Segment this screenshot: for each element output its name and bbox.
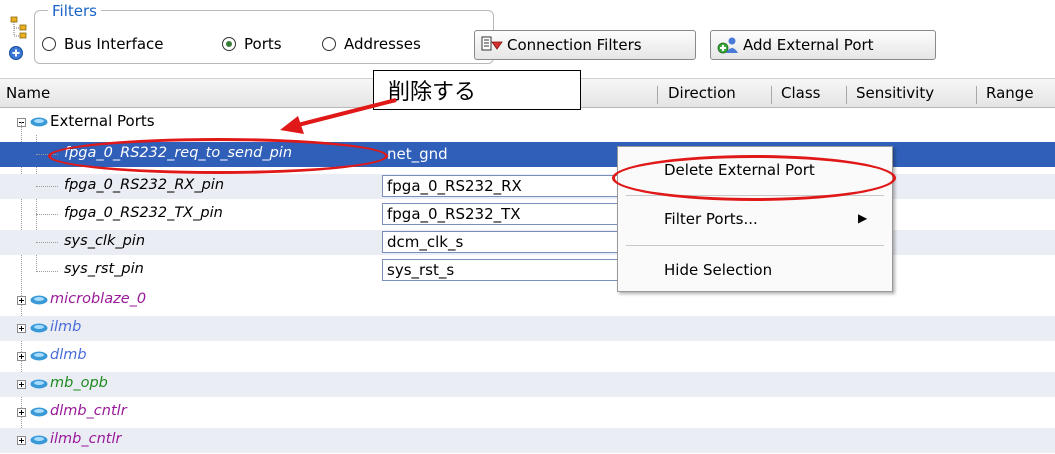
external-ports-label: External Ports [50, 112, 155, 130]
submenu-arrow-icon: ▶ [858, 211, 868, 225]
expand-toggle-icon[interactable] [17, 436, 26, 445]
expand-toggle-icon[interactable] [17, 408, 26, 417]
add-external-port-button[interactable]: Add External Port [710, 30, 936, 60]
tree-row-instance[interactable]: dlmb_cntlr [0, 400, 1055, 425]
tree-row-instance[interactable]: mb_opb [0, 372, 1055, 397]
add-external-port-label: Add External Port [743, 36, 874, 54]
instance-label: ilmb [50, 319, 82, 335]
radio-circle-selected[interactable] [222, 37, 236, 51]
tree-connector [36, 271, 58, 272]
radio-ports[interactable]: Ports [222, 32, 282, 56]
connection-filters-button[interactable]: Connection Filters [474, 30, 696, 60]
radio-label: Addresses [344, 35, 421, 53]
tree-connector [36, 186, 58, 187]
tree-row-external-ports[interactable]: External Ports [0, 110, 1055, 135]
menu-item-filter-ports[interactable]: Filter Ports... ▶ [618, 202, 892, 236]
port-name: sys_clk_pin [64, 233, 146, 249]
column-name[interactable]: Name [6, 84, 50, 102]
column-sensitivity[interactable]: Sensitivity [856, 84, 934, 102]
port-name: fpga_0_RS232_TX_pin [64, 205, 223, 221]
filter-bar: Filters Bus Interface Ports Addresses Co… [0, 0, 1055, 68]
port-net-field[interactable]: sys_rst_s [382, 259, 618, 281]
port-row[interactable]: sys_rst_pin sys_rst_s [0, 258, 1055, 283]
port-net-field[interactable]: dcm_clk_s [382, 231, 618, 253]
instance-icon [30, 379, 48, 389]
menu-item-hide-selection[interactable]: Hide Selection [618, 253, 892, 287]
column-direction[interactable]: Direction [668, 84, 736, 102]
add-port-icon [717, 37, 738, 54]
expand-toggle-icon[interactable] [17, 296, 26, 305]
expand-toggle-icon[interactable] [17, 380, 26, 389]
tree-row-instance[interactable]: ilmb_cntlr [0, 428, 1055, 453]
port-row[interactable]: fpga_0_RS232_TX_pin fpga_0_RS232_TX [0, 202, 1055, 227]
radio-label: Bus Interface [64, 35, 164, 53]
instance-icon [30, 351, 48, 361]
expand-toggle-icon[interactable] [17, 324, 26, 333]
tree-view-icon[interactable] [8, 14, 30, 62]
connection-filter-icon [481, 36, 503, 51]
column-divider[interactable] [976, 86, 977, 104]
instance-icon [30, 323, 48, 333]
annotation-ring-menu [612, 155, 896, 201]
radio-circle[interactable] [42, 37, 56, 51]
port-net-field[interactable]: net_gnd [382, 143, 618, 165]
instance-icon [30, 407, 48, 417]
instance-label: dlmb [50, 347, 87, 363]
instance-label: mb_opb [50, 375, 108, 391]
menu-item-label: Hide Selection [664, 261, 773, 279]
annotation-ring-port [48, 138, 388, 174]
tree-row-instance[interactable]: dlmb [0, 344, 1055, 369]
port-name: sys_rst_pin [64, 261, 144, 277]
tree-connector [36, 214, 58, 215]
radio-bus-interface[interactable]: Bus Interface [42, 32, 164, 56]
port-group-icon [30, 117, 48, 127]
connection-filters-label: Connection Filters [507, 36, 642, 54]
annotation-arrow [280, 98, 397, 134]
port-name: fpga_0_RS232_RX_pin [64, 177, 225, 193]
radio-addresses[interactable]: Addresses [322, 32, 421, 56]
port-row[interactable]: sys_clk_pin dcm_clk_s [0, 230, 1055, 255]
instance-label: dlmb_cntlr [50, 403, 127, 419]
column-range[interactable]: Range [986, 84, 1034, 102]
radio-label: Ports [244, 35, 282, 53]
instance-icon [30, 295, 48, 305]
instance-icon [30, 435, 48, 445]
radio-circle[interactable] [322, 37, 336, 51]
port-net-field[interactable]: fpga_0_RS232_RX [382, 175, 618, 197]
port-row[interactable]: fpga_0_RS232_RX_pin fpga_0_RS232_RX [0, 174, 1055, 199]
column-class[interactable]: Class [781, 84, 820, 102]
menu-item-label: Filter Ports... [664, 210, 758, 228]
filters-legend: Filters [48, 2, 101, 20]
column-divider[interactable] [771, 86, 772, 104]
expand-toggle-icon[interactable] [17, 352, 26, 361]
instance-label: microblaze_0 [50, 291, 147, 307]
port-net-field[interactable]: fpga_0_RS232_TX [382, 203, 618, 225]
tree-connector [36, 242, 58, 243]
column-divider[interactable] [846, 86, 847, 104]
instance-label: ilmb_cntlr [50, 431, 122, 447]
tree-row-instance[interactable]: microblaze_0 [0, 288, 1055, 313]
tree-row-instance[interactable]: ilmb [0, 316, 1055, 341]
annotation-callout: 削除する [373, 70, 581, 110]
column-divider[interactable] [657, 86, 658, 104]
menu-separator [626, 245, 884, 246]
